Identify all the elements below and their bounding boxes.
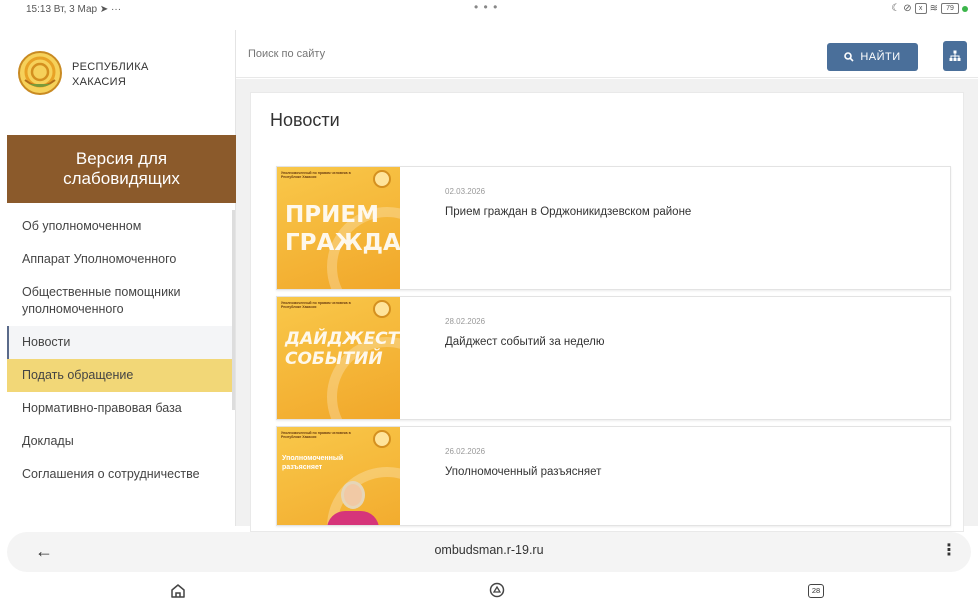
sidebar-item-label: Доклады <box>22 434 74 448</box>
sidebar-item-label: Аппарат Уполномоченного <box>22 252 177 266</box>
browser-address-bar: ← ombudsman.r-19.ru ⋮ <box>7 532 971 572</box>
sidebar-item-label: Общественные помощники уполномоченного <box>22 285 181 316</box>
status-bar: 15:13 Вт, 3 Мар ➤ ··· • • • ☾ ⊘ x ≋ 79 <box>0 0 978 20</box>
sidebar-item-reports[interactable]: Доклады <box>7 425 233 458</box>
moon-icon: ☾ <box>891 3 901 14</box>
logo-line-2: ХАКАСИЯ <box>72 76 127 88</box>
thumb-heading: ПРИЕМ ГРАЖДАН <box>285 201 400 257</box>
sidebar-scrollbar[interactable] <box>232 210 235 410</box>
low-vision-label-1: Версия для <box>75 149 168 168</box>
sidebar-item-legal-base[interactable]: Нормативно-правовая база <box>7 392 233 425</box>
status-time-date: 15:13 Вт, 3 Мар ➤ ··· <box>26 4 122 15</box>
screen: 15:13 Вт, 3 Мар ➤ ··· • • • ☾ ⊘ x ≋ 79 Р… <box>0 0 978 602</box>
news-title[interactable]: Прием граждан в Орджоникидзевском районе <box>445 206 691 218</box>
system-nav-bar: 28 <box>0 578 978 602</box>
thumb-heading-line-2: СОБЫТИЙ <box>285 349 383 369</box>
status-dot-icon <box>962 5 968 12</box>
news-thumbnail[interactable]: Уполномоченный по правам человека в Респ… <box>277 297 400 419</box>
news-card[interactable]: Уполномоченный по правам человека в Респ… <box>276 296 951 420</box>
thumb-emblem-icon <box>373 430 391 448</box>
sitemap-button[interactable] <box>943 41 967 71</box>
news-thumbnail[interactable]: Уполномоченный по правам человека в Респ… <box>277 167 400 289</box>
thumb-caption: Уполномоченный по правам человека в Респ… <box>281 301 351 309</box>
more-menu-icon[interactable]: ⋮ <box>941 540 957 560</box>
home-icon[interactable] <box>170 583 186 599</box>
status-dots: • • • <box>474 0 499 14</box>
logo-text: РЕСПУБЛИКА ХАКАСИЯ <box>72 60 149 90</box>
search-button[interactable]: НАЙТИ <box>827 43 918 71</box>
sim-icon: x <box>914 3 927 14</box>
battery-icon: 79 <box>941 3 959 14</box>
news-date: 28.02.2026 <box>445 317 486 326</box>
search-input[interactable] <box>248 48 548 60</box>
assistant-icon[interactable] <box>489 582 505 598</box>
tabs-counter-icon[interactable]: 28 <box>808 584 824 598</box>
news-date: 02.03.2026 <box>445 187 486 196</box>
news-date: 26.02.2026 <box>445 447 486 456</box>
sidebar-item-label: Нормативно-правовая база <box>22 401 182 415</box>
sidebar-item-assistants[interactable]: Общественные помощники уполномоченного <box>7 276 233 326</box>
sidebar-item-agreements[interactable]: Соглашения о сотрудничестве <box>7 458 233 491</box>
sidebar-item-label: Об уполномоченном <box>22 219 142 233</box>
news-thumbnail[interactable]: Уполномоченный по правам человека в Респ… <box>277 427 400 525</box>
news-card[interactable]: Уполномоченный по правам человека в Респ… <box>276 426 951 526</box>
person-photo <box>323 477 383 525</box>
news-title[interactable]: Дайджест событий за неделю <box>445 336 604 348</box>
sidebar-item-submit-appeal[interactable]: Подать обращение <box>7 359 233 392</box>
page-title: Новости <box>270 110 340 130</box>
search-icon <box>844 52 854 62</box>
thumb-heading-line-2: ГРАЖДАН <box>285 230 400 256</box>
sidebar-item-label: Подать обращение <box>22 368 134 382</box>
wifi-icon: ≋ <box>929 3 938 14</box>
thumb-emblem-icon <box>373 300 391 318</box>
url-field[interactable]: ombudsman.r-19.ru <box>7 543 971 557</box>
thumb-heading: Уполномоченный разъясняет <box>282 454 343 472</box>
logo[interactable]: РЕСПУБЛИКА ХАКАСИЯ <box>0 30 236 130</box>
header: НАЙТИ <box>236 30 978 78</box>
thumb-heading-line-2: разъясняет <box>282 464 323 471</box>
emblem-icon <box>18 51 62 95</box>
sidebar-item-news[interactable]: Новости <box>7 326 233 359</box>
sidebar-item-label: Новости <box>22 335 71 349</box>
thumb-heading-line-1: ДАЙДЖЕСТ <box>285 329 400 349</box>
search-button-label: НАЙТИ <box>860 51 901 63</box>
logo-line-1: РЕСПУБЛИКА <box>72 61 149 73</box>
sidebar: РЕСПУБЛИКА ХАКАСИЯ Версия для слабовидящ… <box>0 30 236 526</box>
thumb-heading: ДАЙДЖЕСТ СОБЫТИЙ <box>285 329 399 369</box>
thumb-emblem-icon <box>373 170 391 188</box>
person-head <box>341 481 365 509</box>
sidebar-item-staff[interactable]: Аппарат Уполномоченного <box>7 243 233 276</box>
news-title[interactable]: Уполномоченный разъясняет <box>445 466 601 478</box>
sidebar-nav: Об уполномоченном Аппарат Уполномоченног… <box>7 210 233 491</box>
location-arrow-icon: ➤ <box>99 4 109 15</box>
sidebar-item-label: Соглашения о сотрудничестве <box>22 467 200 481</box>
thumb-heading-line-1: ПРИЕМ <box>285 202 379 228</box>
sitemap-icon <box>949 50 961 61</box>
mute-icon: ⊘ <box>903 3 912 14</box>
news-card[interactable]: Уполномоченный по правам человека в Респ… <box>276 166 951 290</box>
low-vision-label-2: слабовидящих <box>63 169 180 188</box>
thumb-caption: Уполномоченный по правам человека в Респ… <box>281 431 351 439</box>
low-vision-button[interactable]: Версия для слабовидящих <box>7 135 236 203</box>
status-icons: ☾ ⊘ x ≋ 79 <box>891 3 968 14</box>
thumb-heading-line-1: Уполномоченный <box>282 455 344 462</box>
thumb-caption: Уполномоченный по правам человека в Респ… <box>281 171 351 179</box>
person-body <box>327 511 379 525</box>
sidebar-item-about[interactable]: Об уполномоченном <box>7 210 233 243</box>
